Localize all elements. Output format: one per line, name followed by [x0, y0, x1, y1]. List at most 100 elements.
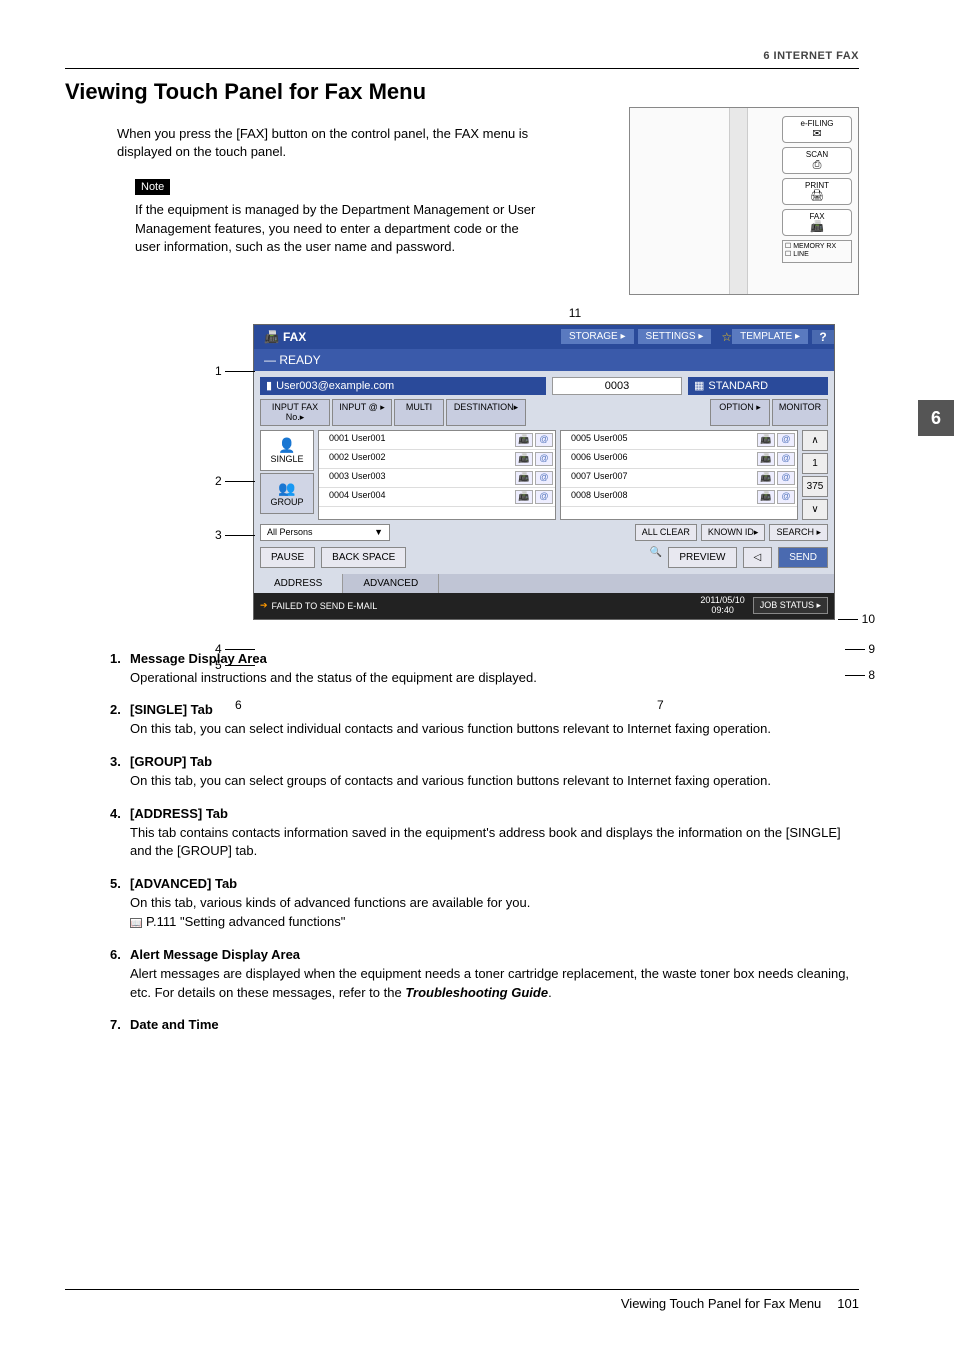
- scan-button[interactable]: SCAN⎙: [782, 147, 852, 174]
- card-icon: ▮: [266, 379, 272, 392]
- callout-4: 4: [215, 642, 255, 656]
- fax-icon[interactable]: 📠: [757, 490, 775, 504]
- page-number: 101: [837, 1296, 859, 1311]
- book-icon: 📖: [130, 918, 142, 928]
- callout-6: 6: [235, 698, 242, 712]
- send-button[interactable]: SEND: [778, 547, 828, 568]
- search-button[interactable]: SEARCH ▸: [769, 524, 828, 541]
- fax-icon[interactable]: 📠: [515, 471, 533, 485]
- at-icon[interactable]: @: [535, 490, 553, 504]
- touch-screen-diagram: 1 1 📠 FAX STORAGE ▸ SETTINGS ▸ ☆ TEMPLATE …: [215, 306, 855, 620]
- at-icon[interactable]: @: [535, 452, 553, 466]
- callout-3: 3: [215, 528, 255, 542]
- storage-tab[interactable]: STORAGE ▸: [561, 329, 634, 344]
- at-icon[interactable]: @: [777, 471, 795, 485]
- chapter-header: 6 INTERNET FAX: [65, 50, 859, 62]
- ready-bar: — READY: [254, 349, 834, 371]
- list-item[interactable]: 0004 User004📠@: [319, 488, 555, 507]
- list-item[interactable]: 0003 User003📠@: [319, 469, 555, 488]
- group-tab[interactable]: 👥GROUP: [260, 473, 314, 514]
- fax-icon[interactable]: 📠: [515, 433, 533, 447]
- multi-button[interactable]: MULTI: [394, 399, 444, 426]
- titlebar: 📠 FAX STORAGE ▸ SETTINGS ▸ ☆ TEMPLATE ▸ ?: [254, 325, 834, 349]
- efiling-icon: ✉: [783, 128, 851, 140]
- monitor-button[interactable]: MONITOR: [772, 399, 828, 426]
- callout-7: 7: [657, 698, 664, 712]
- alert-icon: ➔: [260, 600, 268, 611]
- fax-icon[interactable]: 📠: [757, 471, 775, 485]
- preview-button[interactable]: PREVIEW: [668, 547, 736, 568]
- callout-1: 1: [215, 364, 255, 378]
- back-button[interactable]: ◁: [743, 547, 773, 568]
- desc-num: 6.: [110, 946, 130, 965]
- fax-icon[interactable]: 📠: [515, 452, 533, 466]
- list-item[interactable]: 0007 User007📠@: [561, 469, 797, 488]
- at-icon[interactable]: @: [535, 433, 553, 447]
- contacts-right-column: 0005 User005📠@ 0006 User006📠@ 0007 User0…: [560, 430, 798, 520]
- backspace-button[interactable]: BACK SPACE: [321, 547, 406, 568]
- desc-num: 4.: [110, 805, 130, 824]
- desc-title: [SINGLE] Tab: [130, 702, 213, 717]
- input-at-button[interactable]: INPUT @ ▸: [332, 399, 392, 426]
- input-fax-button[interactable]: INPUT FAX No.▸: [260, 399, 330, 426]
- desc-body: On this tab, various kinds of advanced f…: [130, 894, 859, 932]
- fax-icon[interactable]: 📠: [757, 452, 775, 466]
- known-id-button[interactable]: KNOWN ID▸: [701, 524, 766, 541]
- help-button[interactable]: ?: [812, 330, 834, 344]
- group-icon: 👥: [263, 480, 311, 497]
- all-clear-button[interactable]: ALL CLEAR: [635, 524, 697, 541]
- callout-5: 5: [215, 658, 255, 672]
- settings-tab[interactable]: SETTINGS ▸: [638, 329, 712, 344]
- fax-icon: 📠: [783, 221, 851, 233]
- alert-message: FAILED TO SEND E-MAIL: [272, 601, 378, 611]
- fax-icon: 📠: [264, 330, 279, 344]
- list-item[interactable]: 0008 User008📠@: [561, 488, 797, 507]
- touch-screen: 📠 FAX STORAGE ▸ SETTINGS ▸ ☆ TEMPLATE ▸ ?…: [253, 324, 835, 620]
- fax-icon[interactable]: 📠: [515, 490, 533, 504]
- destination-button[interactable]: DESTINATION▸: [446, 399, 526, 426]
- standard-mode[interactable]: ▦STANDARD: [688, 377, 828, 395]
- fax-icon[interactable]: 📠: [757, 433, 775, 447]
- persons-dropdown[interactable]: All Persons▼: [260, 524, 390, 541]
- rule: [65, 68, 859, 69]
- option-button[interactable]: OPTION ▸: [710, 399, 770, 426]
- list-item[interactable]: 0002 User002📠@: [319, 450, 555, 469]
- job-status-button[interactable]: JOB STATUS ▸: [753, 597, 828, 614]
- desc-body: On this tab, you can select groups of co…: [130, 772, 859, 791]
- at-icon[interactable]: @: [535, 471, 553, 485]
- desc-num: 7.: [110, 1016, 130, 1035]
- template-tab[interactable]: TEMPLATE ▸: [732, 329, 808, 344]
- page-indicator: 1: [802, 453, 828, 474]
- list-item[interactable]: 0006 User006📠@: [561, 450, 797, 469]
- desc-title: Alert Message Display Area: [130, 947, 300, 962]
- fax-button[interactable]: FAX📠: [782, 209, 852, 236]
- footer-text: Viewing Touch Panel for Fax Menu: [621, 1296, 821, 1311]
- footer: Viewing Touch Panel for Fax Menu 101: [65, 1289, 859, 1311]
- address-tab[interactable]: ADDRESS: [254, 574, 343, 593]
- single-tab[interactable]: 👤SINGLE: [260, 430, 314, 471]
- advanced-tab[interactable]: ADVANCED: [343, 574, 439, 593]
- list-item[interactable]: 0001 User001📠@: [319, 431, 555, 450]
- at-icon[interactable]: @: [777, 433, 795, 447]
- email-display: ▮User003@example.com: [260, 377, 546, 395]
- callout-9: 9: [845, 642, 875, 656]
- page-title: Viewing Touch Panel for Fax Menu: [65, 79, 859, 105]
- chapter-tab: 6: [918, 400, 954, 436]
- efiling-button[interactable]: e-FILING✉: [782, 116, 852, 143]
- app-name: FAX: [283, 330, 306, 344]
- desc-num: 1.: [110, 650, 130, 669]
- dest-number: 0003: [552, 377, 682, 395]
- scan-icon: ⎙: [783, 159, 851, 171]
- at-icon[interactable]: @: [777, 452, 795, 466]
- star-icon: ☆: [721, 330, 732, 344]
- scroll-up-button[interactable]: ∧: [802, 430, 828, 451]
- desc-title: Date and Time: [130, 1017, 219, 1032]
- intro-text: When you press the [FAX] button on the c…: [117, 125, 557, 161]
- person-icon: 👤: [263, 437, 311, 454]
- scroll-down-button[interactable]: ∨: [802, 499, 828, 520]
- preview-icon: 🔍: [650, 547, 662, 568]
- pause-button[interactable]: PAUSE: [260, 547, 315, 568]
- at-icon[interactable]: @: [777, 490, 795, 504]
- list-item[interactable]: 0005 User005📠@: [561, 431, 797, 450]
- print-button[interactable]: PRINT🖨: [782, 178, 852, 205]
